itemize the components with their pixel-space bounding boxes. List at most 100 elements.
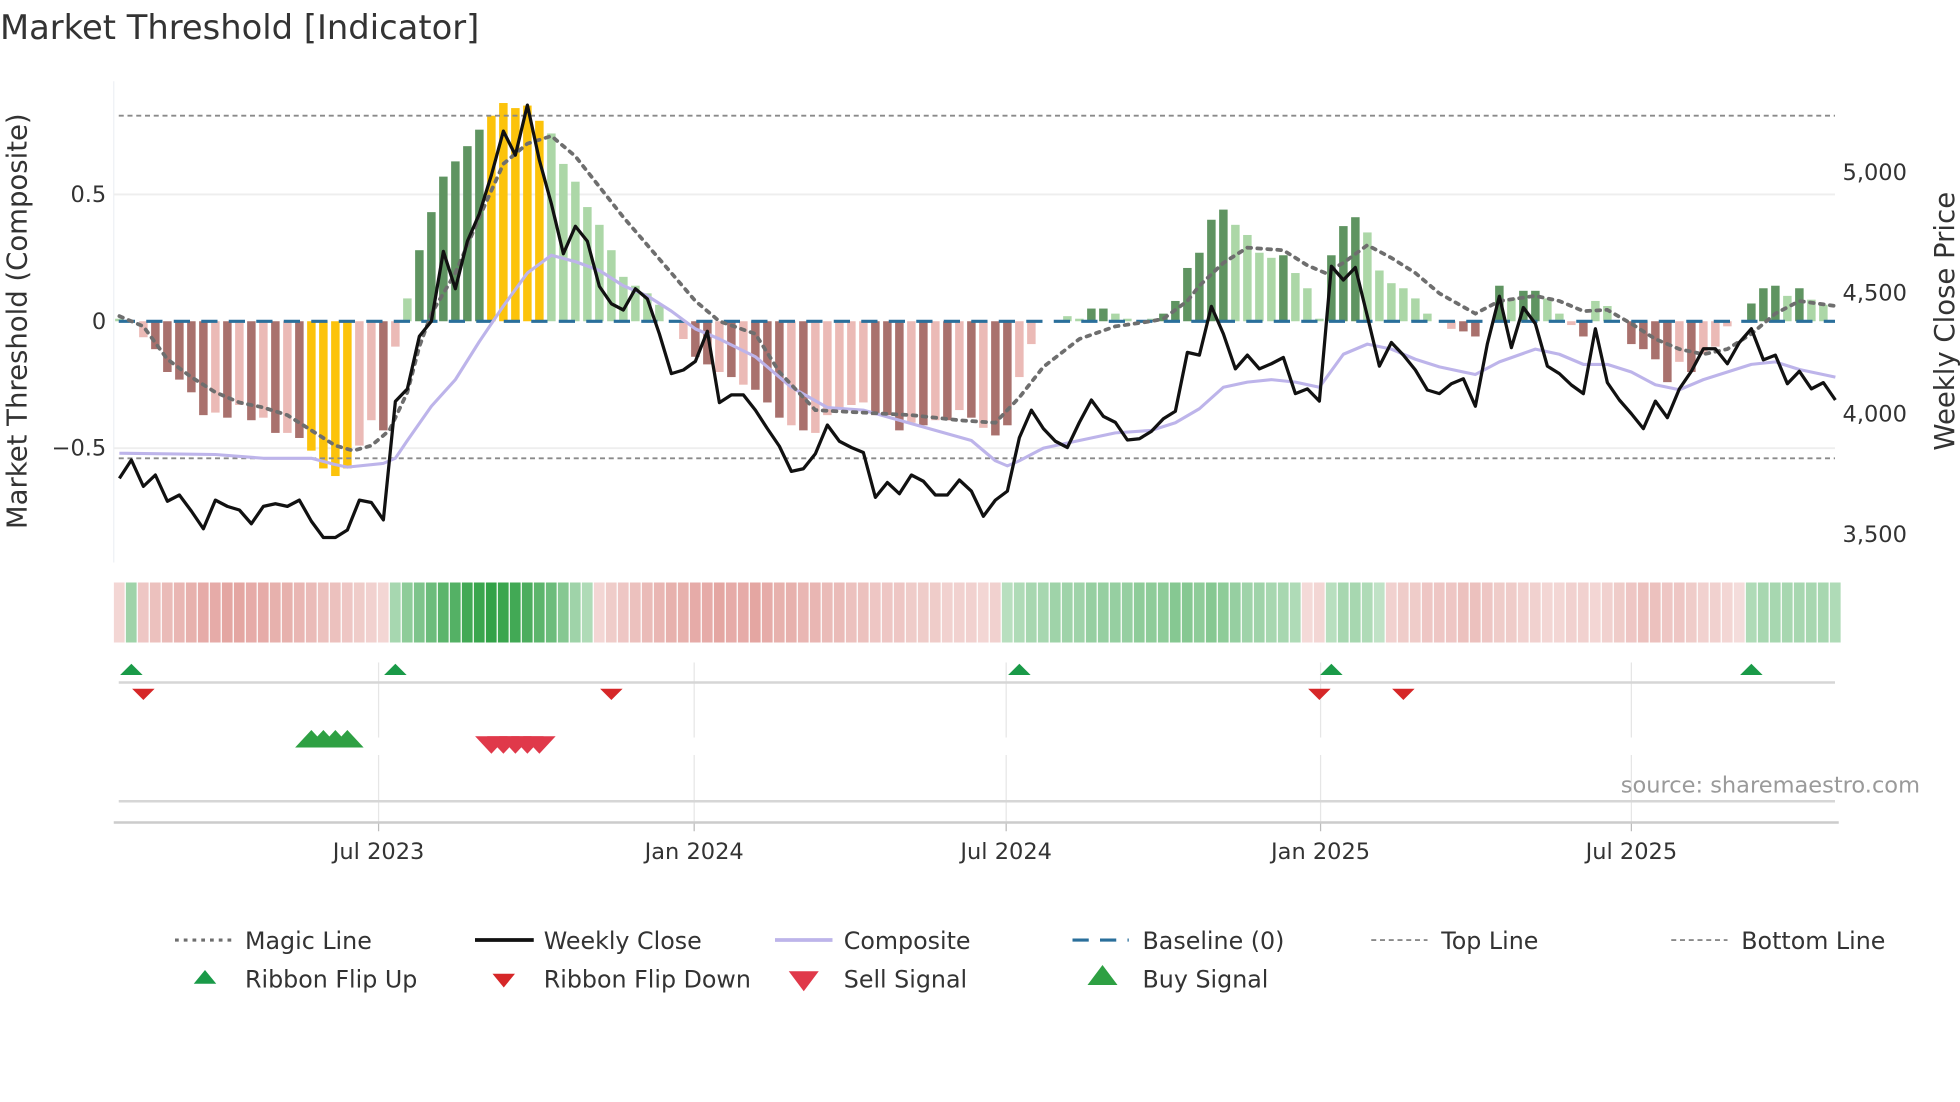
ribbon-cell — [353, 582, 365, 643]
histogram-bar — [775, 321, 784, 418]
histogram-bar — [835, 321, 844, 411]
ribbon-cell — [1397, 582, 1409, 643]
right-tick-label: 5,000 — [1843, 160, 1907, 186]
ribbon-cell — [1181, 582, 1193, 643]
histogram-bar — [1663, 321, 1672, 383]
ribbon-cell — [677, 582, 689, 643]
ribbon-cell — [473, 582, 485, 643]
ribbon-cell — [1757, 582, 1769, 643]
histogram-bar — [1087, 308, 1096, 322]
ribbon-cell — [509, 582, 521, 643]
histogram-bar — [1759, 288, 1768, 322]
histogram-bar — [1507, 298, 1516, 322]
ribbon-cell — [233, 582, 245, 643]
histogram-bar — [1711, 321, 1720, 347]
histogram-bar — [763, 321, 772, 403]
ribbon-flip-up-marker — [1008, 663, 1031, 675]
ribbon-cell — [1169, 582, 1181, 643]
ribbon-cell — [737, 582, 749, 643]
ribbon-cell — [1613, 582, 1625, 643]
ribbon-cell — [869, 582, 881, 643]
histogram-bar — [1387, 283, 1396, 322]
histogram-bar — [871, 321, 880, 416]
histogram-bar — [1399, 288, 1408, 322]
ribbon-cell — [209, 582, 221, 643]
histogram-bar — [1291, 273, 1300, 322]
ribbon-cell — [137, 582, 149, 643]
ribbon-flip-up-icon — [193, 970, 217, 984]
ribbon-cell — [425, 582, 437, 643]
ribbon-cell — [1829, 582, 1841, 643]
ribbon-flip-down-marker — [132, 688, 155, 700]
ribbon-cell — [161, 582, 173, 643]
ribbon-cell — [629, 582, 641, 643]
ribbon-cell — [437, 582, 449, 643]
ribbon-flip-down-marker — [600, 688, 623, 700]
ribbon-cell — [1697, 582, 1709, 643]
ribbon-cell — [305, 582, 317, 643]
ribbon-cell — [1037, 582, 1049, 643]
histogram-bar — [859, 321, 868, 403]
ribbon-cell — [1565, 582, 1577, 643]
legend-baseline: Baseline (0) — [1143, 927, 1285, 955]
ribbon-cell — [1157, 582, 1169, 643]
ribbon-cell — [173, 582, 185, 643]
x-tick-label: Jan 2025 — [1269, 839, 1370, 865]
histogram-bar — [1747, 303, 1756, 322]
ribbon-cell — [857, 582, 869, 643]
market-threshold-chart: Market Threshold [Indicator] 0.5 0 −0.5 5,0… — [0, 8, 1960, 994]
sell-signal-icon — [788, 971, 819, 992]
ribbon-cell — [689, 582, 701, 643]
ribbon-cell — [989, 582, 1001, 643]
histogram-bar — [883, 321, 892, 416]
ribbon-cell — [833, 582, 845, 643]
histogram-bar — [1279, 255, 1288, 322]
histogram-bar — [919, 321, 928, 426]
legend-ribbon-flip-down: Ribbon Flip Down — [544, 966, 751, 994]
ribbon-cell — [1241, 582, 1253, 643]
ribbon-cell — [1349, 582, 1361, 643]
histogram-bar — [1819, 304, 1828, 322]
histogram-bar — [355, 321, 364, 446]
ribbon-cell — [1229, 582, 1241, 643]
ribbon-cell — [1589, 582, 1601, 643]
histogram-bar — [415, 250, 424, 322]
right-tick-label: 3,500 — [1843, 522, 1907, 548]
ribbon-cell — [1277, 582, 1289, 643]
ribbon-cell — [1745, 582, 1757, 643]
ribbon-cell — [413, 582, 425, 643]
histogram-bar — [799, 321, 808, 431]
histogram-bar — [1255, 252, 1264, 322]
ribbon-cell — [221, 582, 233, 643]
histogram-bar — [331, 321, 340, 477]
histogram-bar — [1231, 224, 1240, 322]
right-tick-label: 4,500 — [1843, 281, 1907, 307]
histogram-bar — [1015, 321, 1024, 378]
ribbon-cell — [317, 582, 329, 643]
ribbon-cell — [1421, 582, 1433, 643]
source-credit: source: sharemaestro.com — [1621, 773, 1920, 799]
ribbon-cell — [1133, 582, 1145, 643]
ribbon-cell — [785, 582, 797, 643]
ribbon-cell — [1529, 582, 1541, 643]
legend-ribbon-flip-up: Ribbon Flip Up — [245, 966, 417, 994]
ribbon-cell — [1709, 582, 1721, 643]
ribbon-cell — [965, 582, 977, 643]
ribbon-cell — [929, 582, 941, 643]
histogram-bar — [487, 115, 496, 322]
ribbon-cell — [749, 582, 761, 643]
ribbon — [113, 582, 1841, 643]
ribbon-cell — [977, 582, 989, 643]
ribbon-cell — [401, 582, 413, 643]
ribbon-cell — [845, 582, 857, 643]
x-tick-label: Jul 2025 — [1584, 839, 1678, 865]
ribbon-cell — [1517, 582, 1529, 643]
histogram-bar — [1267, 257, 1276, 322]
histogram-bar — [607, 250, 616, 322]
histogram-bar — [787, 321, 796, 426]
grid-lines — [113, 81, 1839, 832]
ribbon-cell — [1769, 582, 1781, 643]
histogram-bar — [523, 105, 532, 322]
histogram-bar — [571, 181, 580, 322]
series-lines — [117, 103, 1838, 540]
